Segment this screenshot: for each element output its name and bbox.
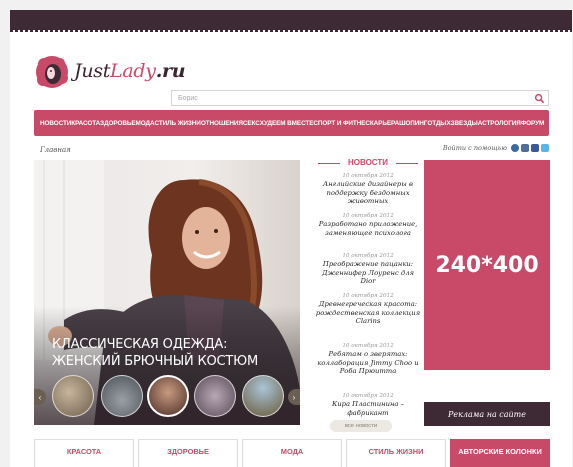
news-item[interactable]: 10 октября 2012 Английские дизайнеры в п… (314, 172, 422, 206)
vk-icon[interactable] (521, 144, 529, 152)
nav-item-news[interactable]: Новости (40, 120, 71, 127)
slider-thumb-active[interactable] (147, 375, 189, 417)
news-date: 10 октября 2012 (342, 343, 394, 349)
slider-thumbnails (34, 375, 300, 421)
category-label: АВТОРСКИЕ КОЛОНКИ (458, 447, 542, 456)
news-title[interactable]: Кира Пластинина – фабрикант (314, 400, 422, 417)
social-login: Войти с помощью (443, 144, 549, 152)
category-label: МОДА (280, 447, 304, 456)
logo-text-lady: Lady (110, 60, 156, 82)
news-title[interactable]: Ребятам о зверятах: коллаборация Jimmy C… (314, 350, 422, 376)
featured-slider[interactable]: Классическая одежда: женский брючный кос… (34, 160, 300, 425)
logo-text-just: Just (74, 60, 111, 82)
news-title[interactable]: Древнегреческая красота: рождественская … (314, 300, 422, 326)
nav-item-astrology[interactable]: Астрология (478, 120, 521, 127)
category-label: ЗДОРОВЬЕ (167, 447, 209, 456)
category-boxes: КРАСОТА ЗДОРОВЬЕ МОДА СТИЛЬ ЖИЗНИ АВТОРС… (34, 439, 554, 467)
slider-thumb[interactable] (101, 375, 143, 417)
main-nav: Новости Красота Здоровье Мода Стиль жизн… (34, 110, 549, 136)
breadcrumb-home[interactable]: Главная (40, 146, 71, 154)
logo-flower-icon (36, 56, 68, 88)
nav-item-sex[interactable]: Секс (243, 120, 260, 127)
slider-thumb[interactable] (52, 375, 94, 417)
category-box-fashion[interactable]: МОДА (242, 439, 342, 467)
news-date: 10 октября 2012 (342, 213, 394, 219)
nav-item-sport[interactable]: Спорт и фитнес (313, 120, 370, 127)
slider-next-arrow-icon[interactable]: › (288, 389, 300, 405)
featured-title[interactable]: Классическая одежда: женский брючный кос… (52, 336, 262, 370)
advertise-button[interactable]: Реклама на сайте (424, 402, 550, 426)
facebook-icon[interactable] (531, 144, 539, 152)
nav-item-weight-loss[interactable]: Худеем вместе (260, 120, 314, 127)
news-item[interactable]: 10 октября 2012 Разработано приложение, … (314, 212, 422, 237)
news-header[interactable]: НОВОСТИ (314, 158, 422, 167)
nav-item-shopping[interactable]: Шопинг (399, 120, 427, 127)
search-input[interactable] (178, 93, 518, 104)
page: JustLady.ru Новости Красота Здоровье Мод… (10, 10, 572, 467)
category-box-author-columns[interactable]: АВТОРСКИЕ КОЛОНКИ (450, 439, 550, 467)
nav-item-forum[interactable]: Форум (521, 120, 545, 127)
category-label: КРАСОТА (66, 447, 102, 456)
nav-item-relationships[interactable]: Отношения (201, 120, 243, 127)
news-column: НОВОСТИ 10 октября 2012 Английские дизай… (314, 156, 422, 432)
search-icon[interactable] (534, 93, 545, 104)
category-box-health[interactable]: ЗДОРОВЬЕ (138, 439, 238, 467)
news-date: 10 октября 2012 (342, 253, 394, 259)
nav-item-health[interactable]: Здоровье (100, 120, 135, 127)
news-title[interactable]: Разработано приложение, заменяющее психо… (314, 220, 422, 237)
nav-item-career[interactable]: Карьера (370, 120, 399, 127)
top-bar (10, 10, 572, 32)
news-date: 10 октября 2012 (342, 393, 394, 399)
news-item[interactable]: 10 октября 2012 Ребятам о зверятах: колл… (314, 342, 422, 376)
openid-icon[interactable] (511, 144, 519, 152)
ad-banner-size-label: 240*400 (435, 252, 539, 278)
news-date: 10 октября 2012 (342, 293, 394, 299)
logo-text: JustLady.ru (74, 60, 186, 82)
ad-banner[interactable]: 240*400 (424, 160, 550, 370)
social-login-label: Войти с помощью (442, 144, 507, 152)
news-item[interactable]: 10 октября 2012 Преображение пацанки: Дж… (314, 252, 422, 286)
nav-item-fashion[interactable]: Мода (136, 120, 155, 127)
site-logo[interactable]: JustLady.ru (34, 54, 186, 90)
slider-thumb[interactable] (194, 375, 236, 417)
nav-item-beauty[interactable]: Красота (71, 120, 100, 127)
news-title[interactable]: Английские дизайнеры в поддержку бездомн… (314, 180, 422, 206)
nav-item-stars[interactable]: Звезды (451, 120, 478, 127)
category-box-lifestyle[interactable]: СТИЛЬ ЖИЗНИ (346, 439, 446, 467)
news-title[interactable]: Преображение пацанки: Дженнифер Лоуренс … (314, 260, 422, 286)
news-date: 10 октября 2012 (342, 173, 394, 179)
all-news-button[interactable]: все новости (330, 420, 392, 432)
logo-text-tld: .ru (155, 60, 186, 82)
twitter-icon[interactable] (541, 144, 549, 152)
news-item[interactable]: 10 октября 2012 Кира Пластинина – фабрик… (314, 392, 422, 417)
search-box (171, 90, 549, 106)
nav-item-travel[interactable]: Отдых (427, 120, 450, 127)
category-label: СТИЛЬ ЖИЗНИ (368, 447, 424, 456)
slider-thumb[interactable] (242, 375, 284, 417)
news-item[interactable]: 10 октября 2012 Древнегреческая красота:… (314, 292, 422, 326)
category-box-beauty[interactable]: КРАСОТА (34, 439, 134, 467)
nav-item-lifestyle[interactable]: Стиль жизни (155, 120, 201, 127)
